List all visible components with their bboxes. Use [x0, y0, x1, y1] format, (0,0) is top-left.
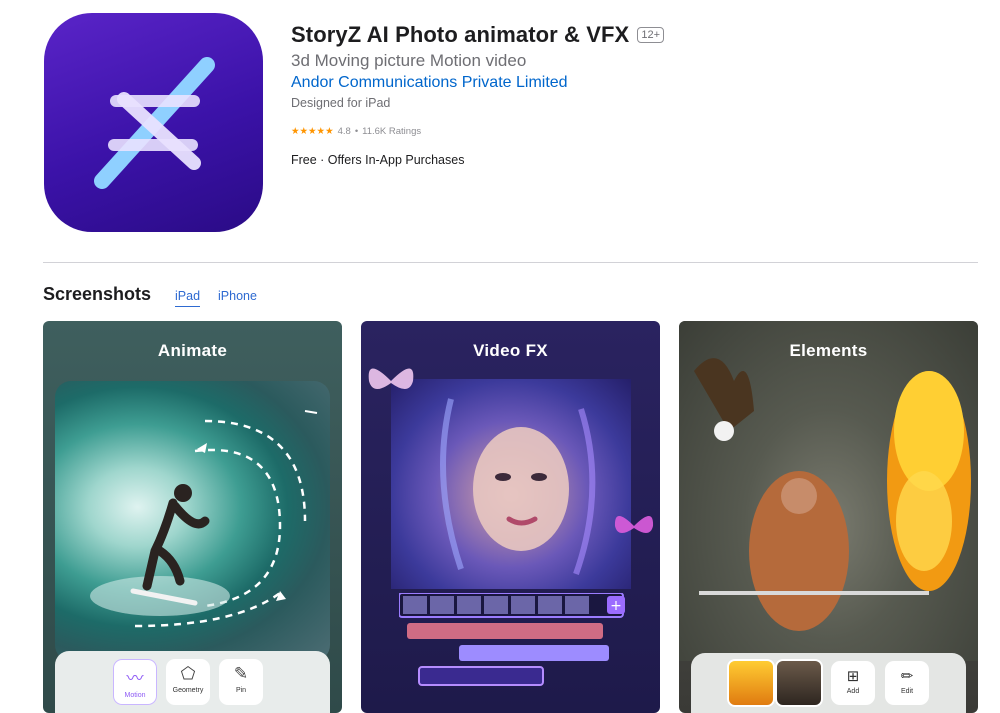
svg-text:+: +: [610, 598, 622, 614]
screenshot-label: Elements: [789, 341, 868, 360]
designed-for-label: Designed for iPad: [291, 96, 391, 110]
tab-ipad[interactable]: iPad: [175, 289, 201, 307]
eagle-element-thumbnail[interactable]: [777, 661, 821, 705]
add-icon: ⊞: [846, 668, 860, 685]
butterfly-icon: [614, 516, 654, 534]
warrior-photo: [679, 321, 978, 661]
portrait-photo: [391, 379, 631, 589]
animate-toolbar: 〰 Motion ⬠ Geometry ✎ Pin: [55, 651, 330, 713]
developer-link[interactable]: Andor Communications Private Limited: [291, 74, 568, 92]
rating-separator: •: [354, 126, 359, 137]
add-element-button[interactable]: ⊞ Add: [831, 661, 875, 705]
tool-label: Add: [846, 688, 860, 695]
edit-icon: ✏: [900, 668, 914, 685]
video-timeline[interactable]: +: [398, 592, 633, 693]
rating-row: ★★★★★ 4.8 • 11.6K Ratings: [291, 126, 421, 137]
geometry-tool-button[interactable]: ⬠ Geometry: [166, 659, 210, 705]
screenshot-label: Animate: [157, 341, 228, 360]
geometry-icon: ⬠: [180, 664, 196, 683]
pin-tool-button[interactable]: ✎ Pin: [219, 659, 263, 705]
screenshot-label: Video FX: [473, 341, 548, 360]
price-label: Free · Offers In-App Purchases: [291, 153, 465, 167]
rating-count: 11.6K Ratings: [362, 126, 422, 137]
edit-element-button[interactable]: ✏ Edit: [885, 661, 929, 705]
storyz-logo-icon: [94, 57, 215, 189]
screenshot-video-fx[interactable]: Video FX +: [361, 321, 660, 713]
tool-label: Edit: [900, 688, 914, 695]
pin-icon: ✎: [233, 664, 249, 683]
screenshot-animate[interactable]: Animate 〰 Motion ⬠ Geometry ✎ Pin: [43, 321, 342, 713]
section-divider: [43, 262, 978, 263]
rating-value: 4.8: [337, 126, 351, 137]
age-rating-badge: 12+: [637, 27, 664, 43]
title-row: StoryZ AI Photo animator & VFX 12+: [291, 22, 664, 48]
motion-tool-button[interactable]: 〰 Motion: [113, 659, 157, 705]
tab-iphone[interactable]: iPhone: [218, 289, 257, 306]
rating-stars: ★★★★★: [291, 126, 334, 137]
app-subtitle: 3d Moving picture Motion video: [291, 51, 527, 70]
screenshots-heading: Screenshots: [43, 284, 152, 304]
elements-toolbar: ⊞ Add ✏ Edit: [691, 653, 966, 713]
tool-label: Motion: [124, 692, 146, 699]
tool-label: Geometry: [172, 687, 204, 694]
fire-element-thumbnail[interactable]: [729, 661, 773, 705]
screenshot-elements[interactable]: Elements ⊞ Add ✏ Edit: [679, 321, 978, 713]
app-icon: [44, 13, 263, 232]
surfer-photo: [55, 381, 330, 661]
tool-label: Pin: [235, 687, 247, 694]
motion-icon: 〰: [126, 669, 144, 688]
app-title: StoryZ AI Photo animator & VFX: [291, 22, 630, 47]
